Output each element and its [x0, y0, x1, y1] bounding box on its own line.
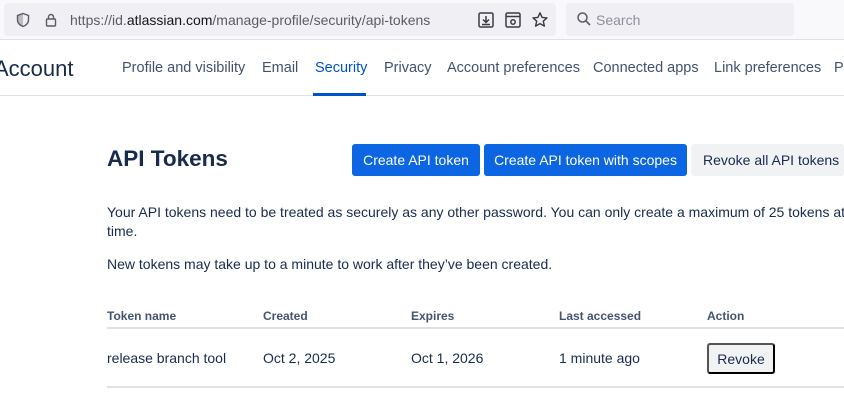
col-header-expires: Expires: [411, 309, 455, 323]
token-created: Oct 2, 2025: [263, 350, 336, 366]
url-host: atlassian.com: [126, 12, 213, 28]
url-path: /manage-profile/security/api-tokens: [212, 12, 431, 28]
revoke-token-button[interactable]: Revoke: [707, 343, 775, 374]
reader-view-icon[interactable]: [504, 11, 522, 29]
nav-link-preferences[interactable]: Link preferences: [714, 60, 821, 76]
nav-email[interactable]: Email: [262, 60, 298, 76]
url-prefix: https://id.: [70, 12, 127, 28]
search-icon: [576, 11, 594, 29]
shield-icon[interactable]: [14, 11, 32, 29]
nav-truncated-item[interactable]: Pr: [834, 60, 844, 76]
nav-privacy[interactable]: Privacy: [384, 60, 432, 76]
nav-connected-apps[interactable]: Connected apps: [593, 60, 699, 76]
nav-security[interactable]: Security: [315, 60, 367, 76]
address-bar[interactable]: https://id.atlassian.com/manage-profile/…: [4, 3, 556, 36]
search-placeholder: Search: [596, 12, 641, 28]
active-tab-indicator: [313, 93, 366, 96]
col-header-last-accessed: Last accessed: [559, 309, 642, 323]
description-line-1: Your API tokens need to be treated as se…: [107, 204, 844, 220]
description-line-2: time.: [107, 223, 138, 239]
nav-profile-visibility[interactable]: Profile and visibility: [122, 60, 245, 76]
lock-icon[interactable]: [42, 11, 60, 29]
download-page-icon[interactable]: [477, 11, 495, 29]
table-header-divider: [107, 327, 844, 329]
browser-toolbar: https://id.atlassian.com/manage-profile/…: [0, 0, 844, 40]
bookmark-star-icon[interactable]: [531, 11, 549, 29]
new-token-note: New tokens may take up to a minute to wo…: [107, 256, 553, 272]
token-last-accessed: 1 minute ago: [559, 350, 640, 366]
create-scoped-token-button[interactable]: Create API token with scopes: [484, 144, 687, 176]
brand-title: Account: [0, 56, 74, 81]
token-name: release branch tool: [107, 350, 227, 366]
col-header-action: Action: [707, 309, 745, 323]
page-title: API Tokens: [107, 146, 228, 171]
create-api-token-button[interactable]: Create API token: [352, 144, 480, 176]
col-header-created: Created: [263, 309, 308, 323]
nav-account-preferences[interactable]: Account preferences: [447, 60, 580, 76]
token-expires: Oct 1, 2026: [411, 350, 484, 366]
col-header-token-name: Token name: [107, 309, 177, 323]
account-nav: Account Profile and visibility Email Sec…: [0, 40, 844, 96]
url-text[interactable]: https://id.atlassian.com/manage-profile/…: [70, 12, 430, 28]
table-row-divider: [107, 386, 844, 388]
browser-search-bar[interactable]: Search: [566, 3, 794, 36]
revoke-all-tokens-button[interactable]: Revoke all API tokens: [691, 144, 844, 176]
